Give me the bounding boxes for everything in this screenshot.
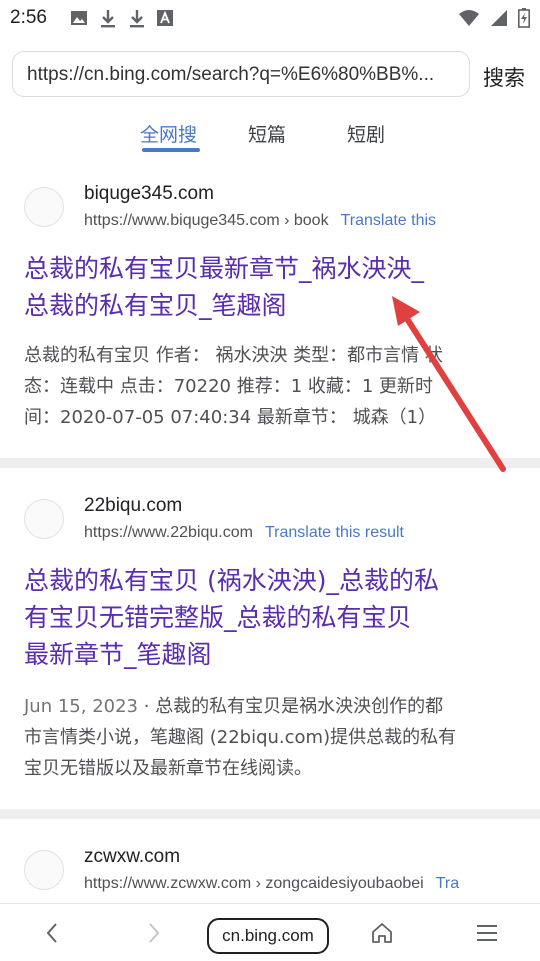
snippet-line: 总裁的私有宝贝 作者： 祸水泱泱 类型：都市言情 状 [24,345,443,366]
status-bar: 2:56 [0,0,540,36]
back-icon [46,922,57,943]
site-url-line: https://www.22biqu.com Translate this res… [84,524,404,542]
site-favicon [24,187,64,227]
site-url[interactable]: https://www.22biqu.com [84,524,253,541]
url-input[interactable]: https://cn.bing.com/search?q=%E6%80%BB%.… [27,64,457,86]
menu-icon [477,924,497,941]
notification-icons [70,9,173,29]
snippet-line: Jun 15, 2023 · 总裁的私有宝贝是祸水泱泱创作的都 [24,696,444,717]
download-icon [130,10,144,28]
site-name: 22biqu.com [84,495,183,516]
result-date: Jun 15, 2023 [24,696,139,717]
status-time: 2:56 [10,7,47,28]
site-name: biquge345.com [84,183,214,204]
title-line[interactable]: 总裁的私有宝贝最新章节_祸水泱泱_ [24,250,524,287]
search-button[interactable]: 搜索 [483,62,525,92]
back-button[interactable] [30,904,74,961]
battery-charging-icon [518,8,530,28]
result-title-link[interactable]: 总裁的私有宝贝最新章节_祸水泱泱_ 总裁的私有宝贝_笔趣阁 [24,250,524,324]
image-icon [71,11,87,25]
title-line[interactable]: 最新章节_笔趣阁 [24,636,524,673]
translate-link[interactable]: Tra [436,875,459,892]
wifi-icon [459,10,479,26]
forward-button[interactable] [132,904,176,961]
active-tab-indicator [142,148,200,152]
site-favicon [24,499,64,539]
title-line[interactable]: 总裁的私有宝贝 (祸水泱泱)_总裁的私 [24,562,524,599]
menu-button[interactable] [465,904,509,961]
tab-short-stories[interactable]: 短篇 [248,120,286,147]
result-divider [0,458,540,468]
result-title-link[interactable]: 总裁的私有宝贝 (祸水泱泱)_总裁的私 有宝贝无错完整版_总裁的私有宝贝 最新章… [24,562,524,673]
result-divider [0,809,540,819]
site-url[interactable]: https://www.zcwxw.com › zongcaidesiyouba… [84,875,424,892]
snippet-text: 总裁的私有宝贝是祸水泱泱创作的都 [155,696,444,717]
search-tabs: 全网搜 短篇 短剧 [0,116,540,156]
tab-all-web[interactable]: 全网搜 [140,120,197,147]
snippet-line: 宝贝无错版以及最新章节在线阅读。 [24,758,312,779]
home-button[interactable] [360,904,404,961]
site-favicon [24,850,64,890]
address-bar[interactable]: https://cn.bing.com/search?q=%E6%80%BB%.… [12,51,470,97]
result-snippet: 总裁的私有宝贝 作者： 祸水泱泱 类型：都市言情 状 态：连载中 点击：7022… [24,340,518,433]
system-icons [458,8,530,28]
font-icon [157,10,173,26]
snippet-line: 市言情类小说，笔趣阁 (22biqu.com)提供总裁的私有 [24,727,457,748]
result-snippet: Jun 15, 2023 · 总裁的私有宝贝是祸水泱泱创作的都 市言情类小说，笔… [24,691,518,784]
site-url-line: https://www.zcwxw.com › zongcaidesiyouba… [84,875,459,893]
signal-icon [491,10,507,26]
bottom-navigation: cn.bing.com [0,903,540,961]
home-icon [372,922,392,943]
snippet-line: 间：2020-07-05 07:40:34 最新章节： 城森（1） [24,407,437,428]
snippet-line: 态：连载中 点击：70220 推荐：1 收藏：1 更新时 [24,376,434,397]
translate-link[interactable]: Translate this [341,212,436,229]
forward-icon [149,922,160,943]
title-line[interactable]: 有宝贝无错完整版_总裁的私有宝贝 [24,599,524,636]
title-line[interactable]: 总裁的私有宝贝_笔趣阁 [24,287,524,324]
domain-indicator[interactable]: cn.bing.com [207,918,329,954]
site-url-line: https://www.biquge345.com › book Translat… [84,212,436,230]
tab-short-dramas[interactable]: 短剧 [347,120,385,147]
translate-link[interactable]: Translate this result [265,524,404,541]
download-icon [101,10,115,28]
site-url[interactable]: https://www.biquge345.com › book [84,212,329,229]
site-name: zcwxw.com [84,846,181,867]
